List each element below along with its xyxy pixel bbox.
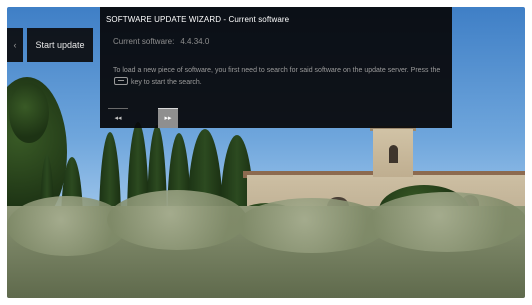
previous-button[interactable]: ◂◂ [108, 108, 128, 128]
instructions-text: To load a new piece of software, you fir… [113, 65, 448, 89]
wizard-nav-bar: ◂◂ ▸▸ [108, 108, 178, 128]
instructions-part2: key to start the search. [129, 79, 202, 86]
back-chevron-icon: ‹ [13, 40, 17, 50]
back-button[interactable]: ‹ [7, 28, 23, 62]
olive-shrub [107, 190, 247, 250]
olive-shrub [237, 198, 387, 253]
start-update-label: Start update [35, 40, 85, 50]
ok-key-icon [114, 77, 128, 86]
current-software-value: 4.4.34.0 [180, 37, 210, 46]
instructions-part1: To load a new piece of software, you fir… [113, 67, 441, 74]
side-menu: ‹ Start update [7, 28, 95, 62]
previous-icon: ◂◂ [114, 115, 122, 122]
next-icon: ▸▸ [164, 115, 172, 122]
software-update-wizard: SOFTWARE UPDATE WIZARD - Current softwar… [100, 7, 452, 128]
tv-screen: ‹ Start update SOFTWARE UPDATE WIZARD - … [0, 0, 532, 305]
olive-hedge [7, 190, 525, 298]
next-button[interactable]: ▸▸ [158, 108, 178, 128]
wizard-title: SOFTWARE UPDATE WIZARD - Current softwar… [106, 15, 290, 24]
olive-shrub [367, 192, 525, 252]
tower-window [389, 145, 398, 163]
current-software-label: Current software: [113, 37, 175, 46]
current-software-row: Current software: 4.4.34.0 [113, 37, 209, 46]
start-update-button[interactable]: Start update [27, 28, 93, 62]
tree-left-top [9, 83, 49, 143]
